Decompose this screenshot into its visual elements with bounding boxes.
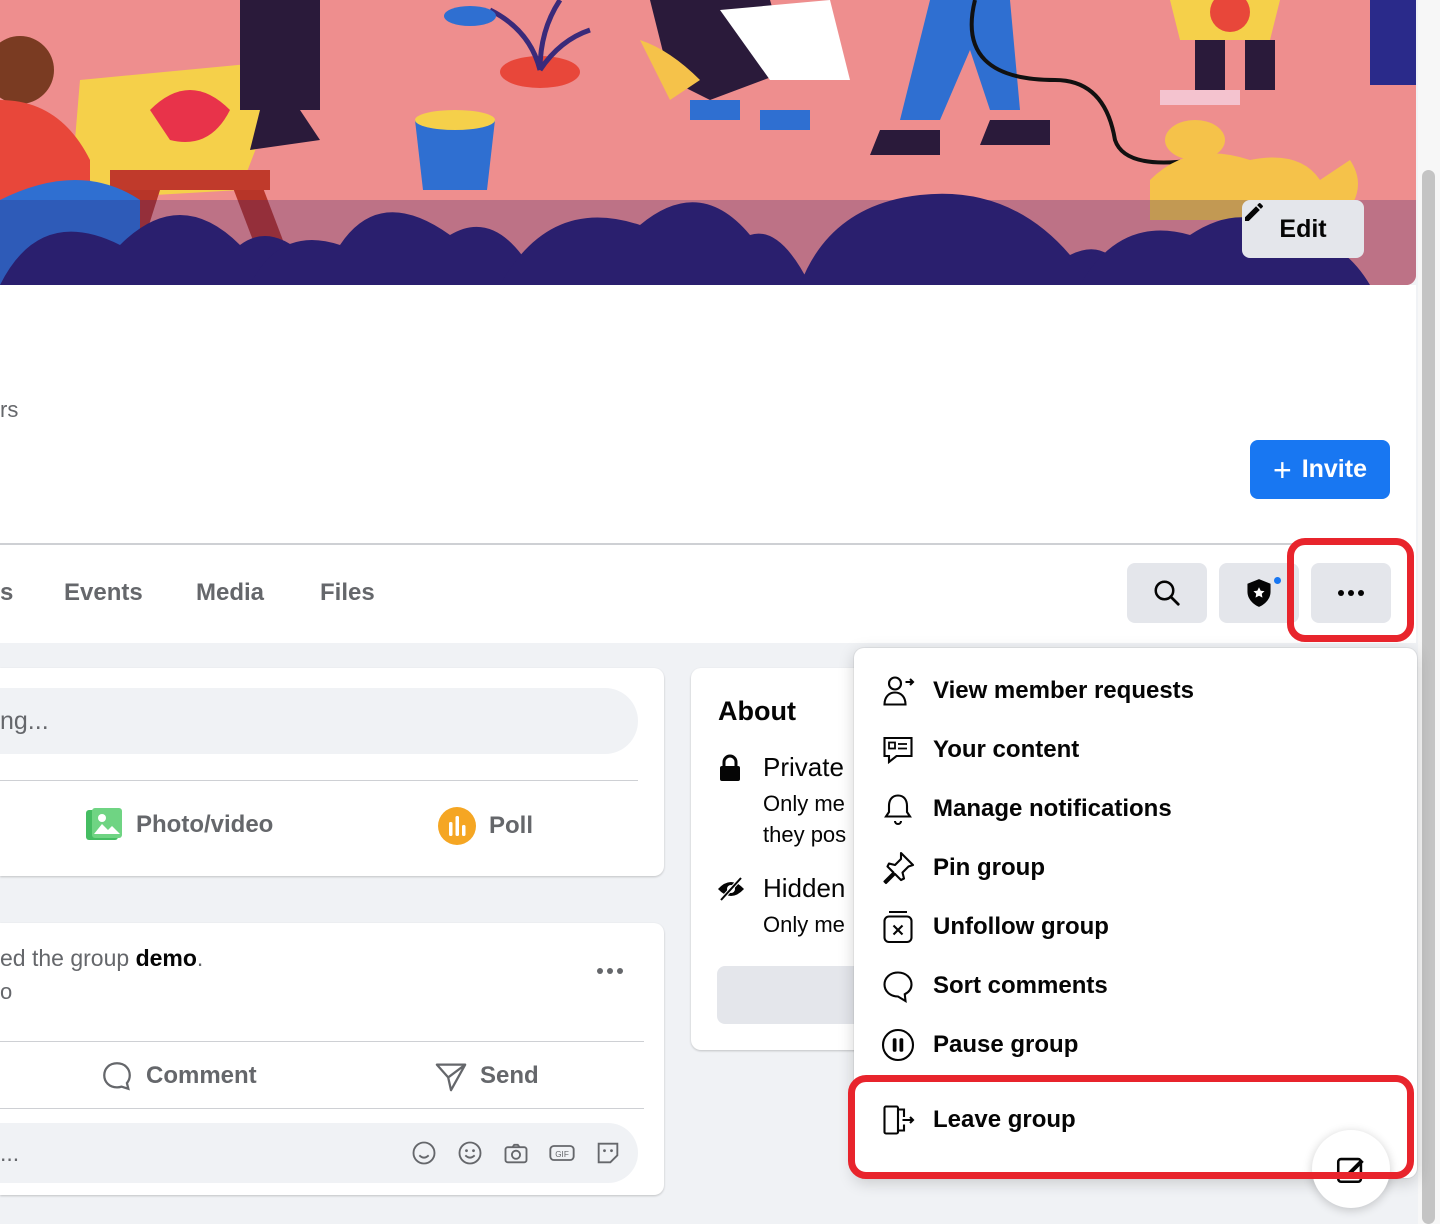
- scrollbar-thumb[interactable]: [1422, 170, 1435, 1224]
- more-dots-icon: [597, 968, 623, 974]
- menu-item-manage-notifications[interactable]: Manage notifications: [854, 781, 1417, 837]
- about-title: About: [718, 696, 796, 726]
- menu-item-pin-group[interactable]: Pin group: [854, 840, 1417, 896]
- post-group-name[interactable]: demo: [136, 945, 197, 971]
- post-subtext: o: [0, 979, 13, 1004]
- pause-icon: [878, 1025, 918, 1065]
- privacy-desc-line2: they pos: [763, 822, 847, 847]
- more-dots-icon: [1338, 590, 1364, 596]
- post-text-prefix: ed the group: [0, 945, 136, 971]
- post-text: ed the group demo.: [0, 945, 203, 972]
- member-count-fragment: rs: [0, 397, 19, 422]
- tab-partial[interactable]: s: [0, 579, 13, 607]
- leave-icon: [878, 1100, 918, 1140]
- post-text-suffix: .: [196, 945, 204, 971]
- visibility-desc: Only me: [763, 912, 845, 937]
- invite-label: Invite: [1301, 455, 1367, 483]
- compose-icon: [1336, 1157, 1364, 1184]
- eye-slash-icon: [718, 876, 744, 902]
- sticker-icon[interactable]: [592, 1137, 624, 1169]
- menu-item-pause-group[interactable]: Pause group: [854, 1017, 1417, 1073]
- poll-label: Poll: [489, 812, 534, 839]
- send-button[interactable]: Send: [434, 1059, 539, 1093]
- avatar-sticker-icon[interactable]: [408, 1137, 440, 1169]
- post-divider: [0, 1041, 644, 1042]
- shield-icon: [1247, 579, 1271, 607]
- visibility-title: Hidden: [763, 873, 846, 903]
- menu-item-label: Leave group: [933, 1106, 1076, 1133]
- edit-cover-label: Edit: [1279, 214, 1327, 243]
- new-message-button[interactable]: [1312, 1130, 1390, 1208]
- member-requests-icon: [878, 671, 918, 711]
- composer-divider: [0, 780, 638, 781]
- menu-item-label: Manage notifications: [933, 795, 1172, 822]
- menu-item-label: Unfollow group: [933, 913, 1109, 940]
- photo-video-button[interactable]: Photo/video: [84, 806, 273, 844]
- privacy-desc-line1: Only me: [763, 791, 845, 816]
- search-group-button[interactable]: [1127, 563, 1207, 623]
- svg-text:GIF: GIF: [555, 1150, 569, 1159]
- send-icon: [435, 1063, 467, 1092]
- comment-placeholder: ...: [0, 1139, 20, 1166]
- menu-item-label: Pause group: [933, 1031, 1079, 1058]
- photo-icon: [86, 808, 122, 840]
- send-label: Send: [480, 1062, 539, 1089]
- pencil-icon: [1245, 202, 1264, 221]
- menu-item-label: View member requests: [933, 677, 1195, 704]
- post-composer-card: ng... Photo/video Poll: [0, 668, 664, 876]
- tab-media[interactable]: Media: [196, 579, 264, 607]
- group-cover-photo: Edit: [0, 0, 1416, 285]
- comment-label: Comment: [146, 1062, 257, 1089]
- more-options-button[interactable]: [1311, 563, 1391, 623]
- edit-cover-button[interactable]: Edit: [1242, 200, 1364, 258]
- comment-toolbar: GIF: [408, 1137, 624, 1169]
- menu-item-your-content[interactable]: Your content: [854, 722, 1417, 778]
- menu-item-view-member-requests[interactable]: View member requests: [854, 663, 1417, 719]
- header-divider: [0, 543, 1398, 545]
- menu-separator: [868, 1076, 1403, 1077]
- gif-icon[interactable]: GIF: [546, 1137, 578, 1169]
- comment-input[interactable]: ... GIF: [0, 1123, 638, 1183]
- tab-files[interactable]: Files: [320, 579, 375, 607]
- unfollow-icon: [878, 907, 918, 947]
- menu-item-unfollow-group[interactable]: Unfollow group: [854, 899, 1417, 955]
- notification-dot: [1272, 575, 1283, 586]
- composer-placeholder: ng...: [0, 706, 49, 735]
- post-more-button[interactable]: [588, 953, 632, 989]
- poll-icon: [438, 807, 476, 845]
- bell-icon: [878, 789, 918, 829]
- post-divider: [0, 1108, 644, 1109]
- camera-icon[interactable]: [500, 1137, 532, 1169]
- tab-events[interactable]: Events: [64, 579, 143, 607]
- group-header: rs + Invite s Events Media Files: [0, 285, 1416, 643]
- group-options-menu: View member requests Your content Manage…: [854, 648, 1417, 1178]
- comment-bubble-icon: [878, 966, 918, 1006]
- post-card: ed the group demo. o Comment Send ... GI…: [0, 923, 664, 1195]
- privacy-title: Private: [763, 752, 844, 782]
- content-icon: [878, 730, 918, 770]
- photo-video-label: Photo/video: [136, 811, 274, 838]
- admin-tools-button[interactable]: [1219, 563, 1299, 623]
- lock-icon: [720, 754, 740, 781]
- emoji-icon[interactable]: [454, 1137, 486, 1169]
- comment-icon: [103, 1062, 131, 1091]
- poll-button[interactable]: Poll: [437, 806, 533, 846]
- menu-item-label: Pin group: [933, 854, 1045, 881]
- search-icon: [1154, 580, 1180, 606]
- composer-input[interactable]: ng...: [0, 688, 638, 754]
- menu-item-sort-comments[interactable]: Sort comments: [854, 958, 1417, 1014]
- cover-illustration: [0, 0, 1416, 285]
- menu-item-label: Your content: [933, 736, 1080, 763]
- invite-button[interactable]: + Invite: [1250, 440, 1390, 499]
- menu-item-label: Sort comments: [933, 972, 1108, 999]
- pin-icon: [878, 848, 918, 888]
- comment-button[interactable]: Comment: [100, 1059, 257, 1093]
- plus-icon: +: [1273, 451, 1292, 488]
